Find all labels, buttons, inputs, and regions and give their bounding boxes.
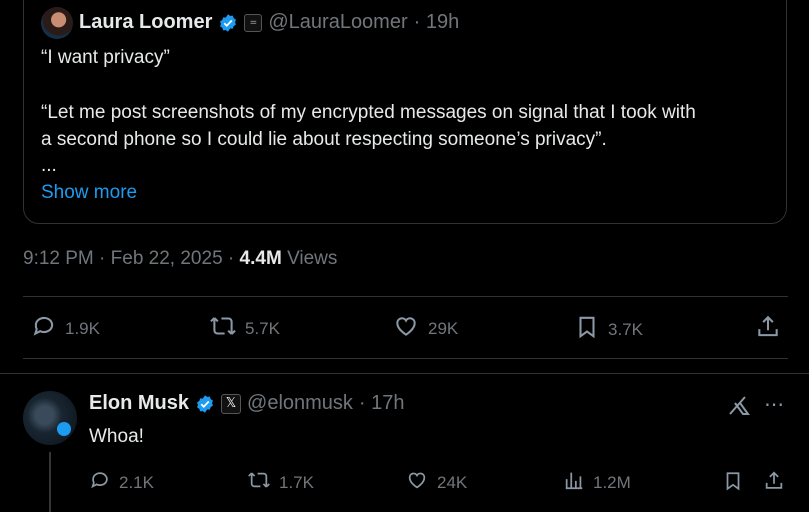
quoted-tweet-time[interactable]: · 19h: [414, 11, 460, 34]
quoted-tweet-line: “I want privacy”: [41, 47, 170, 68]
reply-icon: [31, 313, 57, 344]
quoted-author-handle[interactable]: @LauraLoomer: [268, 11, 407, 34]
verified-badge-icon: [218, 13, 238, 33]
divider: [0, 373, 809, 374]
reply-time[interactable]: · 17h: [359, 392, 405, 415]
share-icon: [755, 313, 781, 346]
bookmark-count: 3.7K: [608, 319, 643, 339]
quoted-tweet-line: “Let me post screenshots of my encrypted…: [41, 102, 696, 123]
grok-icon[interactable]: [727, 393, 751, 422]
quoted-tweet-header: Laura Loomer = @LauraLoomer · 19h: [79, 11, 459, 34]
more-options-icon[interactable]: ⋯: [764, 392, 785, 417]
share-button[interactable]: [755, 313, 781, 346]
bookmark-button[interactable]: [722, 469, 744, 498]
divider: [23, 296, 788, 297]
like-button[interactable]: 24K: [405, 469, 467, 496]
repost-icon: [247, 469, 271, 496]
heart-icon: [392, 313, 420, 344]
quoted-tweet-line: a second phone so I could lie about resp…: [41, 129, 607, 150]
tweet-meta: 9:12 PM · Feb 22, 2025 · 4.4M Views: [23, 248, 338, 269]
show-more-link[interactable]: Show more: [41, 182, 137, 204]
repost-count: 5.7K: [245, 318, 280, 338]
reply-button[interactable]: 2.1K: [89, 469, 154, 496]
x-logo-icon: 𝕏: [221, 393, 242, 414]
bookmark-icon: [574, 313, 600, 346]
share-button[interactable]: [763, 469, 785, 498]
divider: [23, 358, 788, 359]
reply-button[interactable]: 1.9K: [31, 313, 100, 344]
repost-button[interactable]: 5.7K: [209, 313, 280, 344]
avatar-logo-icon: [57, 422, 71, 436]
share-icon: [763, 469, 785, 498]
reply-count: 1.9K: [65, 318, 100, 338]
reply-count: 2.1K: [119, 472, 154, 492]
affiliation-badge: =: [244, 13, 263, 32]
avatar[interactable]: [23, 391, 77, 445]
tweet-date[interactable]: Feb 22, 2025: [111, 248, 223, 269]
quoted-author-name[interactable]: Laura Loomer: [79, 11, 212, 34]
repost-button[interactable]: 1.7K: [247, 469, 314, 496]
like-button[interactable]: 29K: [392, 313, 458, 344]
verified-badge-icon: [195, 394, 215, 414]
like-count: 24K: [437, 472, 468, 492]
repost-icon: [209, 313, 237, 344]
like-count: 29K: [428, 318, 459, 338]
bookmark-icon: [722, 469, 744, 498]
analytics-icon: [563, 469, 585, 496]
thread-line: [49, 452, 51, 512]
views-count: 4.4M: [239, 248, 282, 269]
reply-header: Elon Musk 𝕏 @elonmusk · 17h: [89, 392, 405, 415]
bookmark-button[interactable]: 3.7K: [574, 313, 643, 346]
views-count: 1.2M: [593, 472, 631, 492]
reply-icon: [89, 469, 111, 496]
reply-author-handle[interactable]: @elonmusk: [247, 392, 353, 415]
heart-icon: [405, 469, 429, 496]
reply-author-name[interactable]: Elon Musk: [89, 392, 189, 415]
tweet-time[interactable]: 9:12 PM: [23, 248, 94, 269]
views-label: Views: [287, 248, 338, 269]
views-button[interactable]: 1.2M: [563, 469, 631, 496]
avatar[interactable]: [41, 7, 73, 39]
reply-text: Whoa!: [89, 426, 144, 447]
repost-count: 1.7K: [279, 472, 314, 492]
quoted-tweet-line: ...: [41, 155, 57, 176]
